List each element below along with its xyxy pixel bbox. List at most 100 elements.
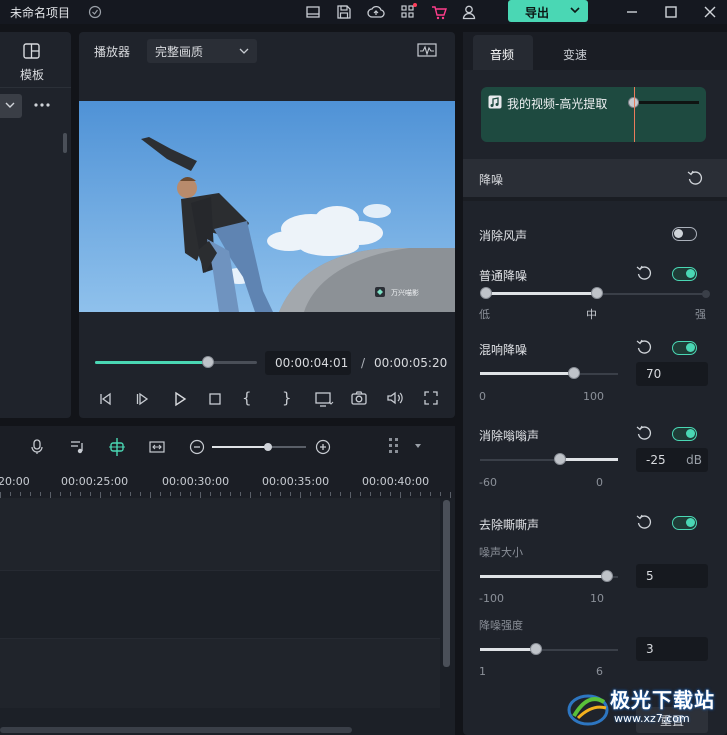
audio-track[interactable] xyxy=(0,570,440,638)
timeline-zoom-handle[interactable] xyxy=(264,443,273,451)
reverb-max-label: 100 xyxy=(583,390,604,403)
minimize-icon[interactable] xyxy=(623,3,641,21)
timeline-toolbar xyxy=(0,426,455,468)
playback-progress-handle[interactable] xyxy=(202,356,215,368)
media-scrollbar[interactable] xyxy=(63,133,67,153)
timeline-zoom-slider[interactable] xyxy=(212,443,306,451)
timeline-tracks[interactable] xyxy=(0,498,455,735)
normal-denoise-high-stop[interactable] xyxy=(702,290,710,298)
display-settings-icon[interactable] xyxy=(314,391,334,407)
user-icon[interactable] xyxy=(460,3,478,21)
ruler-tick xyxy=(60,492,61,496)
fullscreen-icon[interactable] xyxy=(423,390,439,406)
timeline-scrollbar[interactable] xyxy=(443,500,450,667)
reset-icon[interactable] xyxy=(636,425,652,441)
play-icon[interactable] xyxy=(172,391,188,407)
reset-icon[interactable] xyxy=(687,170,703,186)
denoise-strength-fill xyxy=(480,648,536,651)
reset-icon[interactable] xyxy=(636,265,652,281)
export-button[interactable]: 导出 xyxy=(508,0,588,22)
video-track[interactable] xyxy=(0,498,440,570)
hum-removal-label: 消除嗡嗡声 xyxy=(479,429,540,443)
reverb-denoise-toggle[interactable] xyxy=(672,341,697,355)
ruler-tick xyxy=(370,492,371,496)
more-options-icon[interactable] xyxy=(33,102,51,108)
ruler-tick xyxy=(20,492,21,496)
hum-removal-toggle[interactable] xyxy=(672,427,697,441)
noise-volume-input[interactable]: 5 xyxy=(636,564,708,588)
chevron-down-icon[interactable] xyxy=(568,2,582,18)
cloud-upload-icon[interactable] xyxy=(367,3,385,21)
normal-denoise-handle[interactable] xyxy=(591,287,603,299)
maximize-icon[interactable] xyxy=(662,3,680,21)
snapshot-camera-icon[interactable] xyxy=(350,390,368,406)
mark-in-icon[interactable]: { xyxy=(242,389,252,407)
zoom-out-icon[interactable] xyxy=(189,439,205,455)
noise-volume-fill xyxy=(480,575,607,578)
ruler-label: 00:00:25:00 xyxy=(61,475,129,488)
reverb-min-label: 0 xyxy=(479,390,486,403)
reverb-value-input[interactable]: 70 xyxy=(636,362,708,386)
cart-icon[interactable] xyxy=(430,3,448,21)
normal-denoise-low-stop[interactable] xyxy=(480,287,492,299)
current-time-display[interactable]: 00:00:04:01 xyxy=(265,351,351,375)
reverb-slider-fill xyxy=(480,372,574,375)
save-icon[interactable] xyxy=(335,3,353,21)
tab-audio[interactable]: 音频 xyxy=(473,35,533,70)
toolbar-edge-icon[interactable] xyxy=(0,438,4,454)
hum-slider-handle[interactable] xyxy=(554,453,566,465)
timeline-horizontal-scrollbar[interactable] xyxy=(0,727,352,733)
reverb-denoise-label: 混响降噪 xyxy=(479,343,528,357)
volume-icon[interactable] xyxy=(386,390,404,406)
clip-volume-line xyxy=(634,101,699,104)
reset-icon[interactable] xyxy=(636,514,652,530)
tab-speed[interactable]: 变速 xyxy=(549,35,609,70)
fit-width-icon[interactable] xyxy=(148,438,166,456)
empty-track[interactable] xyxy=(0,638,440,708)
hum-value-input[interactable]: -25 dB xyxy=(636,448,708,472)
player-label: 播放器 xyxy=(94,45,131,59)
noise-volume-handle[interactable] xyxy=(601,570,613,582)
normal-high-label: 强 xyxy=(695,308,706,321)
mark-out-icon[interactable]: } xyxy=(282,389,292,407)
filter-dropdown[interactable] xyxy=(0,94,22,118)
denoise-strength-label: 降噪强度 xyxy=(479,619,523,632)
playback-progress-track[interactable] xyxy=(95,356,257,368)
reset-icon[interactable] xyxy=(636,339,652,355)
reverb-slider-handle[interactable] xyxy=(568,367,580,379)
microphone-icon[interactable] xyxy=(29,438,45,456)
media-panel: 模板 xyxy=(0,32,71,418)
close-icon[interactable] xyxy=(701,3,719,21)
zoom-in-icon[interactable] xyxy=(315,439,331,455)
ruler-tick xyxy=(230,492,231,496)
export-label: 导出 xyxy=(525,6,550,20)
noise-volume-min: -100 xyxy=(479,592,504,605)
denoise-strength-input[interactable]: 3 xyxy=(636,637,708,661)
music-note-icon xyxy=(488,95,502,109)
normal-denoise-toggle[interactable] xyxy=(672,267,697,281)
ai-snap-icon[interactable] xyxy=(108,437,126,457)
layout-icon[interactable] xyxy=(304,3,322,21)
apps-grid-icon[interactable] xyxy=(399,3,417,21)
ruler-tick xyxy=(90,492,91,496)
timeline-ruler[interactable]: 20:00 00:00:25:00 00:00:30:00 00:00:35:0… xyxy=(0,468,455,498)
music-list-icon[interactable] xyxy=(69,438,85,456)
stop-icon[interactable] xyxy=(207,391,223,407)
denoise-strength-handle[interactable] xyxy=(530,643,542,655)
track-layout-icon[interactable] xyxy=(387,436,403,458)
previous-frame-icon[interactable] xyxy=(98,391,114,407)
wind-toggle[interactable] xyxy=(672,227,697,241)
video-preview[interactable]: 万兴喵影 xyxy=(79,101,455,312)
hiss-removal-toggle[interactable] xyxy=(672,516,697,530)
chevron-down-icon[interactable] xyxy=(413,441,423,451)
denoise-section-header[interactable]: 降噪 xyxy=(463,159,727,197)
quality-select[interactable]: 完整画质 xyxy=(147,39,257,63)
ruler-tick xyxy=(260,492,261,496)
audio-waveform-icon[interactable] xyxy=(417,42,437,58)
total-time: 00:00:05:20 xyxy=(374,356,448,370)
next-frame-icon[interactable] xyxy=(135,391,151,407)
ruler-tick xyxy=(130,492,131,496)
ruler-label: 00:00:30:00 xyxy=(162,475,230,488)
template-tab[interactable]: 模板 xyxy=(0,32,71,88)
audio-clip-card[interactable]: 我的视频-高光提取 xyxy=(481,87,706,142)
